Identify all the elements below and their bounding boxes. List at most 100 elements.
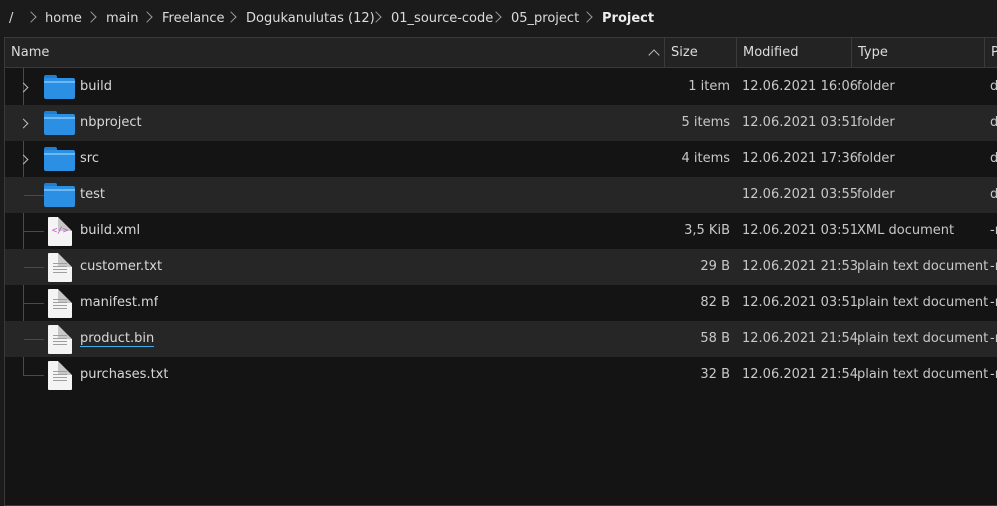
file-name: purchases.txt xyxy=(80,367,169,382)
tree-branch-line xyxy=(24,231,44,232)
column-header-name[interactable]: Name xyxy=(5,38,665,67)
file-size xyxy=(590,177,730,213)
list-item-nbproject[interactable]: nbproject 5 items 12.06.2021 03:51 folde… xyxy=(5,105,997,141)
file-modified: 12.06.2021 21:54 xyxy=(742,331,859,346)
chevron-right-icon xyxy=(25,11,37,23)
tree-branch-line xyxy=(24,267,44,268)
file-permissions: d xyxy=(990,141,997,177)
file-modified: 12.06.2021 17:36 xyxy=(742,151,859,166)
chevron-right-icon[interactable] xyxy=(18,154,29,165)
file-size: 82 B xyxy=(700,295,730,310)
chevron-right-icon xyxy=(581,11,593,23)
chevron-right-icon xyxy=(85,11,97,23)
breadcrumb-main[interactable]: main xyxy=(106,11,138,27)
file-type: plain text document xyxy=(857,295,989,310)
chevron-right-icon[interactable] xyxy=(18,118,29,129)
text-file-icon xyxy=(48,253,72,282)
file-size: 4 items xyxy=(681,151,730,166)
file-modified: 12.06.2021 03:51 xyxy=(742,115,859,130)
tree-branch-line xyxy=(24,303,44,304)
column-type-label: Type xyxy=(858,45,888,60)
list-item-customer-txt[interactable]: customer.txt 29 B 12.06.2021 21:53 plain… xyxy=(5,249,997,285)
text-file-icon xyxy=(48,325,72,354)
breadcrumb-root[interactable]: / xyxy=(9,11,13,27)
tree-end-line xyxy=(23,357,24,376)
xml-glyph: </> xyxy=(51,226,69,236)
tree-branch-line xyxy=(24,375,44,376)
file-modified: 12.06.2021 03:51 xyxy=(742,223,859,238)
list-item-build-xml[interactable]: </> build.xml 3,5 KiB 12.06.2021 03:51 X… xyxy=(5,213,997,249)
text-file-icon xyxy=(48,289,72,318)
folder-icon xyxy=(44,183,75,207)
xml-file-icon: </> xyxy=(48,217,72,246)
chevron-right-icon xyxy=(225,11,237,23)
column-header-permissions[interactable]: P xyxy=(985,38,997,67)
file-size: 3,5 KiB xyxy=(684,223,730,238)
list-item-test[interactable]: test 12.06.2021 03:55 folder d xyxy=(5,177,997,213)
list-item-manifest-mf[interactable]: manifest.mf 82 B 12.06.2021 03:51 plain … xyxy=(5,285,997,321)
file-permissions: d xyxy=(990,105,997,141)
file-name: test xyxy=(80,187,105,202)
file-modified: 12.06.2021 16:06 xyxy=(742,79,859,94)
file-type: XML document xyxy=(857,223,955,238)
file-size: 1 item xyxy=(688,79,730,94)
file-modified: 12.06.2021 21:53 xyxy=(742,259,859,274)
breadcrumb-05-project[interactable]: 05_project xyxy=(511,11,579,27)
folder-icon xyxy=(44,111,75,135)
file-permissions: -r xyxy=(990,259,997,274)
file-type: folder xyxy=(857,187,895,202)
tree-branch-line xyxy=(24,195,44,196)
file-type: folder xyxy=(857,115,895,130)
file-name: nbproject xyxy=(80,115,142,130)
chevron-right-icon[interactable] xyxy=(18,82,29,93)
list-item-src[interactable]: src 4 items 12.06.2021 17:36 folder d xyxy=(5,141,997,177)
chevron-right-icon xyxy=(141,11,153,23)
file-size: 29 B xyxy=(700,259,730,274)
file-name: src xyxy=(80,151,99,166)
column-modified-label: Modified xyxy=(743,45,799,60)
breadcrumb-freelance[interactable]: Freelance xyxy=(162,11,225,27)
file-size: 32 B xyxy=(700,367,730,382)
file-type: plain text document xyxy=(857,331,989,346)
column-header-type[interactable]: Type xyxy=(852,38,985,67)
column-header-modified[interactable]: Modified xyxy=(737,38,852,67)
column-size-label: Size xyxy=(671,45,698,60)
breadcrumb-dogukanulutas[interactable]: Dogukanulutas (12) xyxy=(246,11,375,27)
file-permissions: -r xyxy=(990,295,997,310)
file-name: customer.txt xyxy=(80,259,163,274)
file-permissions: d xyxy=(990,177,997,213)
breadcrumb-home[interactable]: home xyxy=(45,11,82,27)
file-type: folder xyxy=(857,79,895,94)
file-permissions: d xyxy=(990,69,997,105)
breadcrumb-source-code[interactable]: 01_source-code xyxy=(391,11,493,27)
file-list-view[interactable]: Name Size Modified Type P build 1 item 1… xyxy=(4,37,997,506)
file-permissions: -r xyxy=(990,367,997,382)
file-type: folder xyxy=(857,151,895,166)
tree-branch-line xyxy=(24,339,44,340)
file-modified: 12.06.2021 21:54 xyxy=(742,367,859,382)
folder-icon xyxy=(44,75,75,99)
list-item-purchases-txt[interactable]: purchases.txt 32 B 12.06.2021 21:54 plai… xyxy=(5,357,997,393)
folder-icon xyxy=(44,147,75,171)
list-item-build[interactable]: build 1 item 12.06.2021 16:06 folder d xyxy=(5,69,997,105)
file-name-link[interactable]: product.bin xyxy=(80,331,155,347)
column-header: Name Size Modified Type P xyxy=(5,38,997,68)
file-permissions: -r xyxy=(990,331,997,346)
breadcrumb-current[interactable]: Project xyxy=(602,11,654,27)
list-item-product-bin[interactable]: product.bin 58 B 12.06.2021 21:54 plain … xyxy=(5,321,997,357)
file-modified: 12.06.2021 03:51 xyxy=(742,295,859,310)
file-permissions: -r xyxy=(990,223,997,238)
column-perm-label: P xyxy=(991,45,997,60)
file-name: product.bin xyxy=(80,321,155,357)
breadcrumb: / home main Freelance Dogukanulutas (12)… xyxy=(0,0,997,37)
file-type: plain text document xyxy=(857,259,989,274)
file-name: build.xml xyxy=(80,223,141,238)
file-name: build xyxy=(80,79,112,94)
column-header-size[interactable]: Size xyxy=(665,38,737,67)
file-size: 5 items xyxy=(681,115,730,130)
file-modified: 12.06.2021 03:55 xyxy=(742,187,859,202)
column-name-label: Name xyxy=(11,45,50,60)
text-file-icon xyxy=(48,361,72,390)
file-type: plain text document xyxy=(857,367,989,382)
file-name: manifest.mf xyxy=(80,295,159,310)
